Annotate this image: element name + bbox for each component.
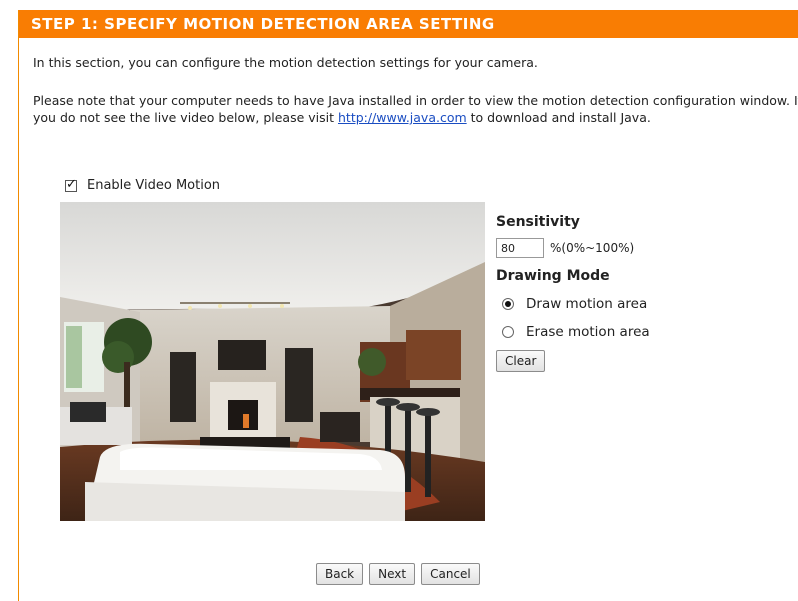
setup-panel: STEP 1: SPECIFY MOTION DETECTION AREA SE… bbox=[18, 10, 798, 601]
enable-video-motion-checkbox[interactable] bbox=[65, 177, 77, 192]
erase-motion-area-label: Erase motion area bbox=[526, 324, 650, 340]
java-link[interactable]: http://www.java.com bbox=[338, 110, 467, 125]
sensitivity-range: %(0%~100%) bbox=[550, 241, 635, 255]
draw-motion-area-option[interactable]: Draw motion area bbox=[502, 296, 650, 312]
draw-motion-area-label: Draw motion area bbox=[526, 296, 648, 312]
java-note-text-end: to download and install Java. bbox=[466, 110, 651, 125]
live-video-view[interactable] bbox=[60, 202, 485, 521]
enable-video-motion[interactable]: Enable Video Motion bbox=[65, 177, 221, 193]
next-button[interactable]: Next bbox=[369, 563, 416, 585]
draw-motion-area-radio[interactable] bbox=[502, 298, 514, 310]
cancel-button[interactable]: Cancel bbox=[421, 563, 480, 585]
intro-text: In this section, you can configure the m… bbox=[33, 55, 538, 70]
java-note: Please note that your computer needs to … bbox=[33, 92, 798, 126]
motion-settings: Sensitivity %(0%~100%) Drawing Mode Draw… bbox=[496, 214, 650, 372]
sensitivity-label: Sensitivity bbox=[496, 214, 580, 230]
camera-image bbox=[60, 202, 485, 521]
back-button[interactable]: Back bbox=[316, 563, 364, 585]
erase-motion-area-radio[interactable] bbox=[502, 326, 514, 338]
erase-motion-area-option[interactable]: Erase motion area bbox=[502, 324, 650, 340]
drawing-mode-label: Drawing Mode bbox=[496, 268, 610, 284]
enable-video-motion-label: Enable Video Motion bbox=[87, 178, 221, 193]
sensitivity-input[interactable] bbox=[496, 238, 544, 258]
clear-button[interactable]: Clear bbox=[496, 350, 546, 372]
wizard-buttons: Back Next Cancel bbox=[316, 563, 480, 585]
section-header: STEP 1: SPECIFY MOTION DETECTION AREA SE… bbox=[19, 10, 798, 38]
